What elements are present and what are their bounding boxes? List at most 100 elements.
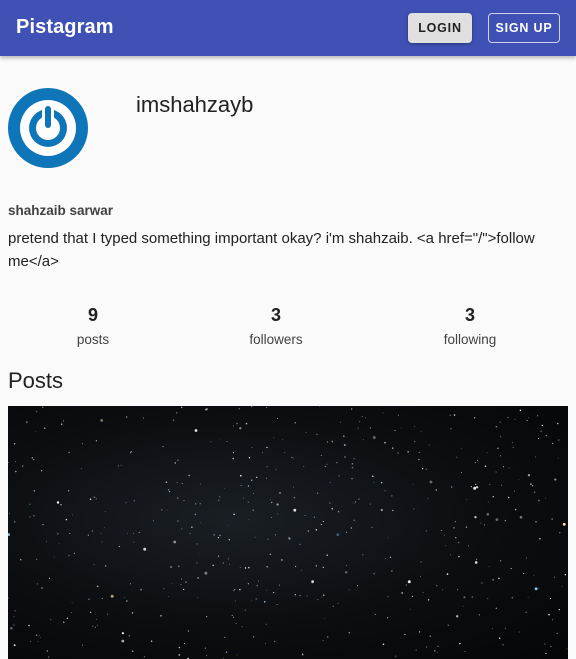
star [331,440,333,442]
login-button[interactable]: LOGIN [408,13,472,43]
star [404,633,406,636]
stat-following[interactable]: 3 following [410,305,530,347]
star [10,626,13,630]
star [557,457,559,459]
star [538,587,540,589]
star [196,543,198,545]
star [168,490,171,493]
star [255,476,258,479]
star [311,580,314,583]
star [551,518,553,520]
star [95,440,98,442]
star [93,564,95,566]
star [492,579,494,581]
post-image-starry-night[interactable] [8,406,568,659]
star [244,567,247,569]
star [498,637,501,639]
star [387,617,389,619]
star [427,599,430,601]
star [415,649,417,651]
app-title[interactable]: Pistagram [16,16,114,39]
star [40,470,43,472]
star [14,461,16,463]
star [37,641,39,643]
star [233,590,235,592]
star [50,619,52,621]
star [250,479,253,481]
star [66,617,69,620]
star [455,615,459,618]
star [478,614,480,616]
star [204,647,206,649]
star [394,655,397,657]
stat-posts[interactable]: 9 posts [33,305,153,347]
stat-followers[interactable]: 3 followers [216,305,336,347]
star [293,496,296,499]
star [251,406,253,407]
star [508,467,510,469]
star [384,558,386,559]
star [222,562,225,564]
star [199,503,201,505]
stat-posts-label: posts [76,332,110,347]
star [300,569,302,571]
star [36,411,38,413]
star [422,592,424,594]
star [181,578,183,580]
star [511,442,513,443]
star [143,656,145,658]
star [13,624,15,626]
star [391,495,393,497]
star [228,563,230,565]
star [124,597,126,599]
star [227,525,228,527]
star [373,482,375,483]
stat-following-label: following [443,332,497,347]
star [89,611,92,614]
star [176,412,178,414]
star [244,609,246,611]
star [487,501,489,503]
star [429,635,431,637]
star [427,498,429,499]
star [455,537,457,539]
star [382,412,384,414]
star [133,532,134,534]
star [361,416,363,418]
star [316,433,318,435]
star [35,634,38,636]
star [265,589,267,591]
star [29,503,31,505]
star [302,653,303,654]
star [181,483,183,485]
star [371,526,373,529]
star [440,529,442,531]
star [315,565,318,567]
star [331,508,333,510]
star [140,589,142,591]
star [254,536,256,538]
star [236,654,238,656]
star [324,465,326,467]
star [387,537,389,539]
star [332,605,334,607]
star [197,577,199,579]
star [40,637,41,639]
star [9,512,11,514]
star [337,510,340,513]
star [497,447,499,450]
star [167,595,169,597]
star [206,616,208,618]
star [418,451,420,453]
star [558,439,560,441]
star [132,650,134,652]
signup-button[interactable]: SIGN UP [488,13,560,43]
star [240,485,242,486]
star [273,436,275,439]
star [31,457,33,459]
star [104,511,106,513]
star [13,644,16,647]
star [71,602,73,604]
star [87,534,89,536]
star [163,588,165,590]
